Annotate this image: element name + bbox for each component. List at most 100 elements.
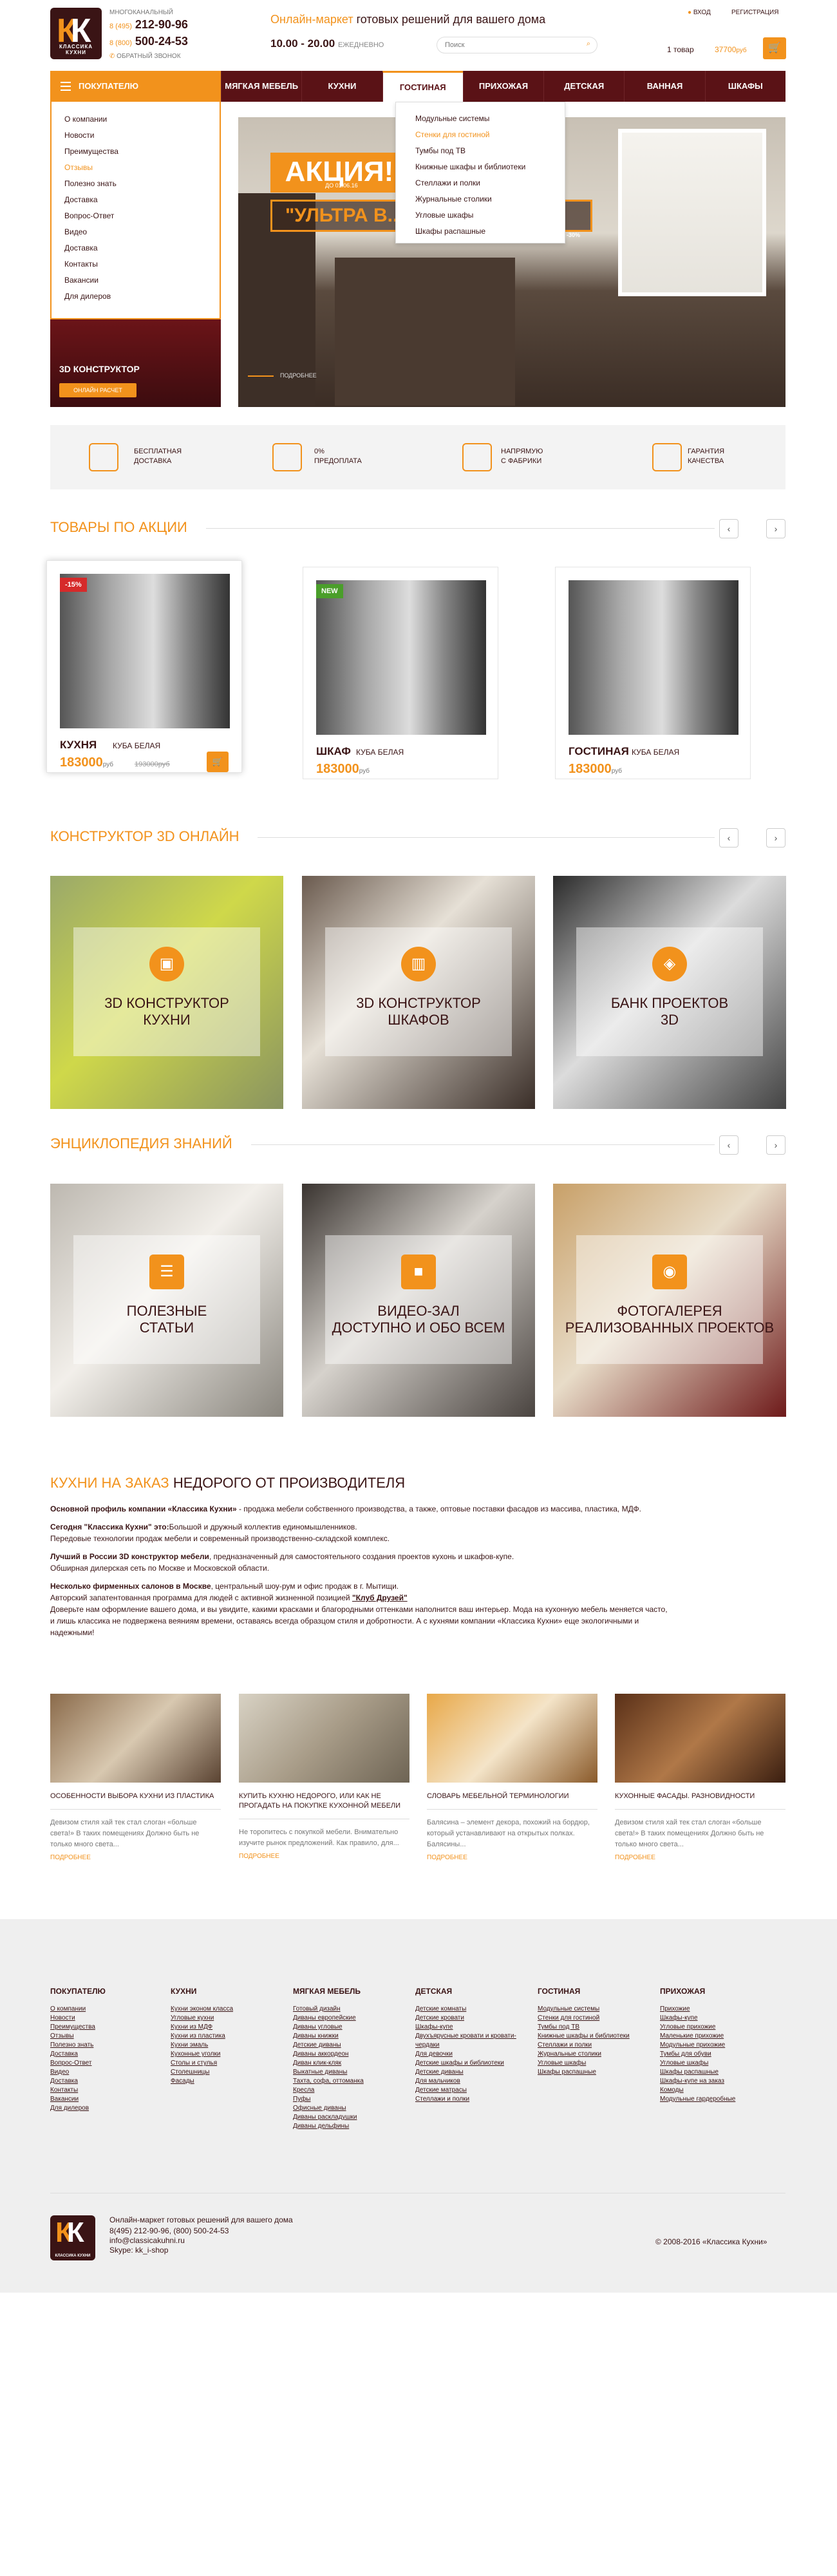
nav-bathroom[interactable]: ВАННАЯ (624, 71, 704, 102)
cart-sum[interactable]: 37700руб (715, 45, 747, 54)
sidebar-item[interactable]: Доставка (64, 195, 220, 211)
club-link[interactable]: "Клуб Друзей" (352, 1593, 408, 1602)
footer-link[interactable]: Для дилеров (50, 2104, 166, 2113)
sidebar-item[interactable]: Видео (64, 227, 220, 243)
constructor-promo-button[interactable]: ОНЛАЙН РАСЧЕТ (59, 383, 136, 397)
product-card[interactable]: NEW ШКАФ КУБА БЕЛАЯ 183000руб (303, 567, 498, 779)
article-card[interactable]: СЛОВАРЬ МЕБЕЛЬНОЙ ТЕРМИНОЛОГИИ Балясина … (427, 1694, 597, 1861)
footer-link[interactable]: Диваны угловые (293, 2023, 409, 2032)
dropdown-item[interactable]: Тумбы под ТВ (415, 146, 565, 162)
footer-link[interactable]: Отзывы (50, 2032, 166, 2041)
dropdown-item[interactable]: Шкафы распашные (415, 227, 565, 243)
footer-link[interactable]: Журнальные столики (538, 2050, 647, 2059)
footer-link[interactable]: Стеллажи и полки (415, 2095, 518, 2104)
footer-link[interactable]: Угловые шкафы (538, 2059, 647, 2068)
footer-link[interactable]: Диваны дельфины (293, 2122, 409, 2131)
footer-link[interactable]: Угловые шкафы (660, 2059, 776, 2068)
article-more-link[interactable]: ПОДРОБНЕЕ (427, 1854, 597, 1861)
dropdown-item[interactable]: Угловые шкафы (415, 211, 565, 227)
article-more-link[interactable]: ПОДРОБНЕЕ (50, 1854, 221, 1861)
dropdown-item[interactable]: Журнальные столики (415, 194, 565, 211)
footer-link[interactable]: Детские шкафы и библиотеки (415, 2059, 518, 2068)
promo-prev-button[interactable]: ‹ (719, 519, 738, 538)
footer-link[interactable]: Диван клик-кляк (293, 2059, 409, 2068)
footer-link[interactable]: Столешницы (171, 2068, 287, 2077)
sidebar-item[interactable]: Вопрос-Ответ (64, 211, 220, 227)
footer-link[interactable]: Шкафы-купе (415, 2023, 518, 2032)
footer-link[interactable]: Вакансии (50, 2095, 166, 2104)
nav-hallway[interactable]: ПРИХОЖАЯ (462, 71, 543, 102)
footer-link[interactable]: Шкафы-купе (660, 2014, 776, 2023)
nav-living-room[interactable]: ГОСТИНАЯ (382, 71, 463, 102)
phone-2[interactable]: 8 (800) 500-24-53 (109, 35, 188, 48)
footer-link[interactable]: Для девочки (415, 2050, 518, 2059)
nav-kids[interactable]: ДЕТСКАЯ (543, 71, 624, 102)
footer-link[interactable]: Стенки для гостиной (538, 2014, 647, 2023)
footer-link[interactable]: Детские кровати (415, 2014, 518, 2023)
footer-link[interactable]: О компании (50, 2005, 166, 2014)
footer-link[interactable]: Фасады (171, 2077, 287, 2086)
login-link[interactable]: ● ВХОД (688, 9, 711, 16)
footer-link[interactable]: Видео (50, 2068, 166, 2077)
footer-link[interactable]: Модульные прихожие (660, 2041, 776, 2050)
footer-link[interactable]: Диваны раскладушки (293, 2113, 409, 2122)
footer-link[interactable]: Офисные диваны (293, 2104, 409, 2113)
footer-link[interactable]: Детские диваны (293, 2041, 409, 2050)
sidebar-item[interactable]: Полезно знать (64, 179, 220, 195)
footer-link[interactable]: Комоды (660, 2086, 776, 2095)
tile-video[interactable]: ■ ВИДЕО-ЗАЛ Доступно и обо всем (302, 1184, 535, 1417)
sidebar-item-active[interactable]: Отзывы (64, 163, 220, 179)
footer-link[interactable]: Стеллажи и полки (538, 2041, 647, 2050)
encyclopedia-prev-button[interactable]: ‹ (719, 1135, 738, 1155)
sidebar-item[interactable]: Для дилеров (64, 292, 220, 308)
footer-link[interactable]: Двухъярусные кровати и кровати-чердаки (415, 2032, 518, 2050)
constructor-prev-button[interactable]: ‹ (719, 828, 738, 848)
promo-next-button[interactable]: › (766, 519, 785, 538)
sidebar-item[interactable]: Новости (64, 131, 220, 147)
footer-link[interactable]: Книжные шкафы и библиотеки (538, 2032, 647, 2041)
logo[interactable]: КК КЛАССИКА КУХНИ (50, 8, 102, 59)
search-input[interactable]: Поиск ⌕ (437, 37, 597, 53)
product-card[interactable]: -15% КУХНЯ КУБА БЕЛАЯ 183000руб 193000ру… (46, 560, 242, 773)
footer-link[interactable]: Маленькие прихожие (660, 2032, 776, 2041)
tile-kitchen-constructor[interactable]: ▣ 3D КОНСТРУКТОР КУХНИ (50, 876, 283, 1109)
article-title[interactable]: СЛОВАРЬ МЕБЕЛЬНОЙ ТЕРМИНОЛОГИИ (427, 1792, 597, 1801)
tile-project-bank[interactable]: ◈ БАНК ПРОЕКТОВ 3D (553, 876, 786, 1109)
footer-link[interactable]: Полезно знать (50, 2041, 166, 2050)
footer-link[interactable]: Для мальчиков (415, 2077, 518, 2086)
phone-1[interactable]: 8 (495) 212-90-96 (109, 18, 188, 32)
footer-link[interactable]: Контакты (50, 2086, 166, 2095)
footer-link[interactable]: Модульные системы (538, 2005, 647, 2014)
footer-link[interactable]: Тумбы под ТВ (538, 2023, 647, 2032)
register-link[interactable]: РЕГИСТРАЦИЯ (731, 9, 778, 16)
footer-link[interactable]: Шкафы-купе на заказ (660, 2077, 776, 2086)
footer-link[interactable]: Кухни из МДФ (171, 2023, 287, 2032)
article-card[interactable]: КУХОННЫЕ ФАСАДЫ. РАЗНОВИДНОСТИ Девизом с… (615, 1694, 785, 1861)
footer-link[interactable]: Кухонные уголки (171, 2050, 287, 2059)
nav-soft-furniture[interactable]: МЯГКАЯ МЕБЕЛЬ (221, 71, 301, 102)
sidebar-item[interactable]: Вакансии (64, 276, 220, 292)
footer-link[interactable]: Кресла (293, 2086, 409, 2095)
dropdown-item[interactable]: Стеллажи и полки (415, 178, 565, 194)
footer-link[interactable]: Доставка (50, 2050, 166, 2059)
footer-link[interactable]: Детские матрасы (415, 2086, 518, 2095)
constructor-next-button[interactable]: › (766, 828, 785, 848)
article-more-link[interactable]: ПОДРОБНЕЕ (615, 1854, 785, 1861)
article-title[interactable]: ОСОБЕННОСТИ ВЫБОРА КУХНИ ИЗ ПЛАСТИКА (50, 1792, 221, 1801)
tile-articles[interactable]: ☰ ПОЛЕЗНЫЕ СТАТЬИ (50, 1184, 283, 1417)
catalog-button[interactable]: ПОКУПАТЕЛЮ (50, 71, 221, 102)
footer-link[interactable]: Детские диваны (415, 2068, 518, 2077)
footer-link[interactable]: Модульные гардеробные (660, 2095, 776, 2104)
footer-link[interactable]: Угловые прихожие (660, 2023, 776, 2032)
search-icon[interactable]: ⌕ (587, 40, 590, 48)
footer-link[interactable]: Шкафы распашные (660, 2068, 776, 2077)
footer-link[interactable]: Доставка (50, 2077, 166, 2086)
nav-wardrobes[interactable]: ШКАФЫ (704, 71, 785, 102)
footer-link[interactable]: Тумбы для обуви (660, 2050, 776, 2059)
footer-link[interactable]: Диваны аккордеон (293, 2050, 409, 2059)
dropdown-item[interactable]: Книжные шкафы и библиотеки (415, 162, 565, 178)
sidebar-item[interactable]: Доставка (64, 243, 220, 260)
cart-count[interactable]: 1 товар (667, 45, 694, 54)
footer-link[interactable]: Детские комнаты (415, 2005, 518, 2014)
article-title[interactable]: КУХОННЫЕ ФАСАДЫ. РАЗНОВИДНОСТИ (615, 1792, 785, 1801)
